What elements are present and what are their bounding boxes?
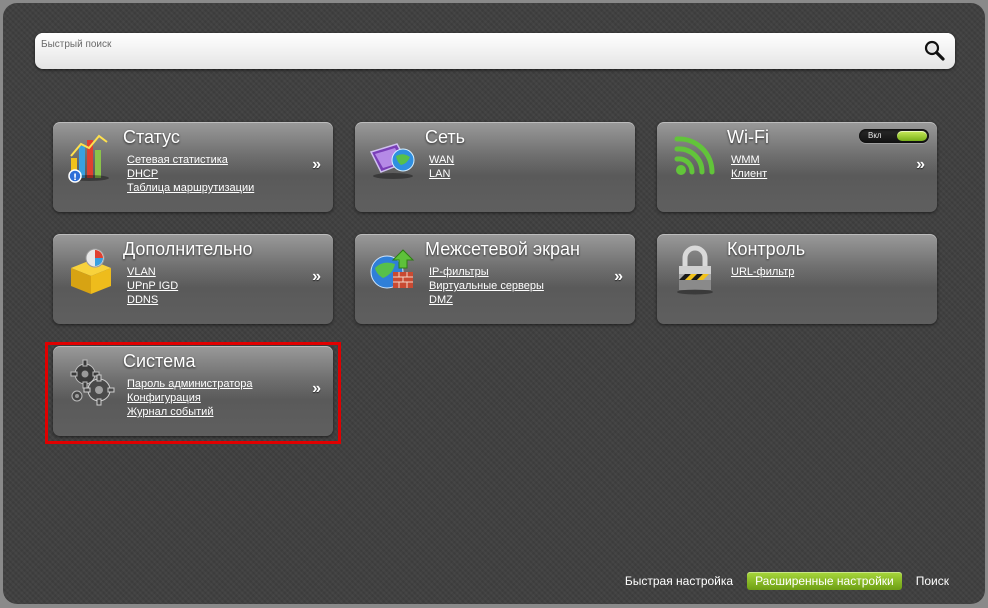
tile-links: VLAN UPnP IGD DDNS xyxy=(127,264,178,306)
chevron-right-icon[interactable]: » xyxy=(614,268,623,286)
link-upnp-igd[interactable]: UPnP IGD xyxy=(127,280,178,292)
tile-status[interactable]: ! Статус Сетевая статистика DHCP Таблица… xyxy=(53,122,333,212)
link-ddns[interactable]: DDNS xyxy=(127,294,158,306)
chevron-right-icon[interactable]: » xyxy=(312,380,321,398)
chevron-right-icon[interactable]: » xyxy=(312,268,321,286)
link-dhcp[interactable]: DHCP xyxy=(127,168,158,180)
chevron-right-icon[interactable]: » xyxy=(916,156,925,174)
svg-text:!: ! xyxy=(73,173,77,183)
lock-icon xyxy=(669,244,721,296)
wifi-toggle-label: Вкл xyxy=(868,131,882,140)
tile-wifi[interactable]: Wi-Fi Вкл WMM Клиент » xyxy=(657,122,937,212)
search-input[interactable] xyxy=(41,36,911,52)
link-dmz[interactable]: DMZ xyxy=(429,294,453,306)
tile-title: Система xyxy=(123,351,196,371)
tile-links: WMM Клиент xyxy=(731,152,767,180)
status-chart-icon: ! xyxy=(65,132,117,184)
search-icon[interactable] xyxy=(923,39,947,63)
firewall-icon xyxy=(367,244,419,296)
link-routing-table[interactable]: Таблица маршрутизации xyxy=(127,182,254,194)
link-admin-password[interactable]: Пароль администратора xyxy=(127,378,253,390)
tile-links: WAN LAN xyxy=(429,152,454,180)
advanced-box-icon xyxy=(65,244,117,296)
tile-links: URL-фильтр xyxy=(731,264,794,278)
link-configuration[interactable]: Конфигурация xyxy=(127,392,201,404)
footer-nav: Быстрая настройка Расширенные настройки … xyxy=(619,571,955,591)
link-vlan[interactable]: VLAN xyxy=(127,266,156,278)
link-ip-filters[interactable]: IP-фильтры xyxy=(429,266,489,278)
tile-advanced[interactable]: Дополнительно VLAN UPnP IGD DDNS » xyxy=(53,234,333,324)
tile-title: Сеть xyxy=(425,127,466,147)
link-network-statistics[interactable]: Сетевая статистика xyxy=(127,154,228,166)
link-wmm[interactable]: WMM xyxy=(731,154,760,166)
link-client[interactable]: Клиент xyxy=(731,168,767,180)
tile-system[interactable]: Система Пароль администратора Конфигурац… xyxy=(53,346,333,436)
wifi-icon xyxy=(669,132,721,184)
wifi-toggle-knob xyxy=(897,131,927,141)
tile-title: Контроль xyxy=(727,239,806,259)
advanced-setup-button[interactable]: Расширенные настройки xyxy=(747,572,902,590)
quick-setup-link[interactable]: Быстрая настройка xyxy=(619,572,739,590)
main-frame: ! Статус Сетевая статистика DHCP Таблица… xyxy=(3,3,985,604)
tile-links: Сетевая статистика DHCP Таблица маршрути… xyxy=(127,152,254,194)
search-bar xyxy=(35,33,955,69)
chevron-right-icon[interactable]: » xyxy=(312,156,321,174)
network-globe-icon xyxy=(367,132,419,184)
tile-links: Пароль администратора Конфигурация Журна… xyxy=(127,376,253,418)
link-event-log[interactable]: Журнал событий xyxy=(127,406,213,418)
tile-network[interactable]: Сеть WAN LAN xyxy=(355,122,635,212)
tile-title: Дополнительно xyxy=(123,239,253,259)
wifi-toggle[interactable]: Вкл xyxy=(859,129,929,143)
link-url-filter[interactable]: URL-фильтр xyxy=(731,266,794,278)
tile-firewall[interactable]: Межсетевой экран IP-фильтры Виртуальные … xyxy=(355,234,635,324)
search-link[interactable]: Поиск xyxy=(910,572,955,590)
tile-title: Межсетевой экран xyxy=(425,239,580,259)
link-wan[interactable]: WAN xyxy=(429,154,454,166)
tile-title: Wi-Fi xyxy=(727,127,769,147)
gears-icon xyxy=(65,356,117,408)
link-lan[interactable]: LAN xyxy=(429,168,450,180)
tile-links: IP-фильтры Виртуальные серверы DMZ xyxy=(429,264,544,306)
link-virtual-servers[interactable]: Виртуальные серверы xyxy=(429,280,544,292)
tile-control[interactable]: Контроль URL-фильтр xyxy=(657,234,937,324)
tile-title: Статус xyxy=(123,127,180,147)
